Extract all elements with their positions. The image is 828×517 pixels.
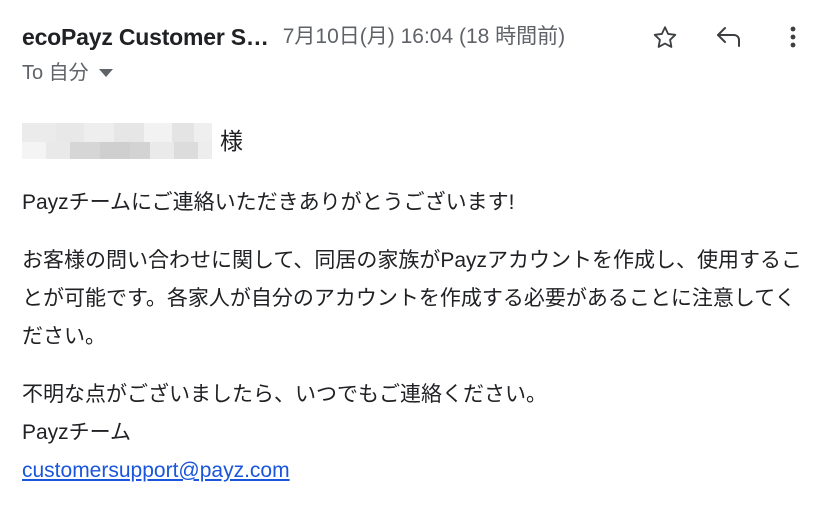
body-paragraph-1: Payzチームにご連絡いただきありがとうございます! [22, 191, 515, 214]
email-body: 様 Payzチームにご連絡いただきありがとうございます! お客様の問い合わせに関… [0, 118, 828, 490]
star-icon [652, 24, 678, 50]
body-paragraph-3: 不明な点がございましたら、いつでもご連絡ください。 [22, 383, 547, 406]
star-button[interactable] [648, 20, 682, 54]
signature-contact-line: customersupport@payz.com [22, 452, 806, 490]
email-message-view: ecoPayz Customer S… 7月10日(月) 16:04 (18 時… [0, 0, 828, 517]
reply-arrow-icon [715, 24, 743, 50]
body-paragraph-2: お客様の問い合わせに関して、同居の家族がPayzアカウントを作成し、使用すること… [22, 249, 803, 348]
recipient-row[interactable]: To 自分 [22, 58, 806, 88]
salutation-row: 様 [22, 118, 806, 164]
support-email-link[interactable]: customersupport@payz.com [22, 459, 290, 482]
redacted-recipient-name [22, 123, 212, 159]
sender-name[interactable]: ecoPayz Customer S… [22, 20, 269, 54]
email-header: ecoPayz Customer S… 7月10日(月) 16:04 (18 時… [0, 0, 828, 84]
more-options-button[interactable] [776, 20, 810, 54]
recipient-label: To 自分 [22, 62, 89, 84]
honorific-suffix: 様 [220, 128, 243, 154]
signature-name: Payzチーム [22, 421, 132, 444]
reply-button[interactable] [712, 20, 746, 54]
more-vertical-icon [782, 24, 804, 50]
chevron-down-icon[interactable] [98, 69, 113, 77]
message-timestamp: 7月10日(月) 16:04 (18 時間前) [282, 25, 566, 48]
message-action-bar [648, 20, 810, 54]
